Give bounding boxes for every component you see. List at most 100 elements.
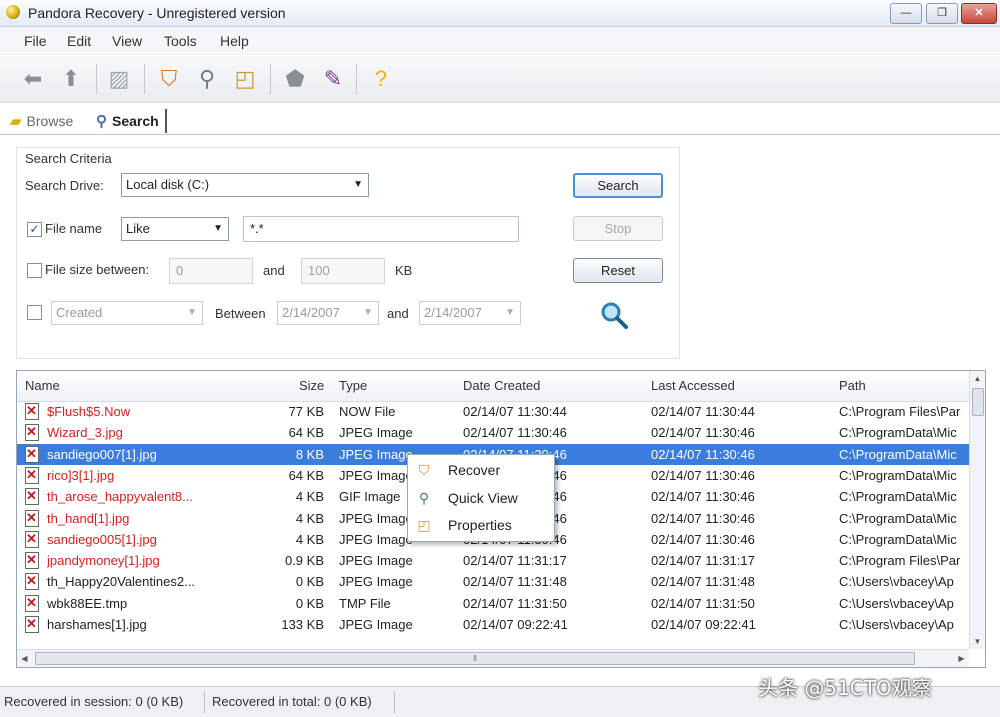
tools-icon[interactable]: ✎ [318,64,348,94]
chevron-down-icon: ▼ [353,179,363,190]
table-row[interactable]: jpandymoney[1].jpg 0.9 KB JPEG Image 02/14/… [17,550,969,571]
menu-tools[interactable]: Tools [164,33,197,49]
recover-icon: ⛉ [418,462,430,478]
up-icon[interactable]: ⬆ [56,64,86,94]
maximize-button[interactable]: ❐ [926,3,958,24]
date-checkbox[interactable] [27,305,42,320]
search-criteria-label: Search Criteria [25,151,112,166]
scroll-right-icon[interactable]: ▶ [954,650,969,667]
filesize-checkbox[interactable] [27,263,42,278]
file-type-cell: JPEG Image [339,574,413,590]
status-session: Recovered in session: 0 (0 KB) [4,694,184,709]
table-row[interactable]: wbk88EE.tmp 0 KB TMP File 02/14/07 11:31:50… [17,593,969,614]
date-to-picker[interactable]: 2/14/2007 ▼ [419,301,521,325]
date-from-picker[interactable]: 2/14/2007 ▼ [277,301,379,325]
match-type-select[interactable]: Like ▼ [121,217,229,241]
image-icon[interactable]: ▨ [104,64,134,94]
column-header-type[interactable]: Type [339,378,367,393]
table-row[interactable]: Wizard_3.jpg 64 KB JPEG Image 02/14/07 11:3… [17,422,969,443]
reset-button[interactable]: Reset [573,258,663,283]
search-drive-select[interactable]: Local disk (C:) ▼ [121,173,369,197]
minimize-button[interactable]: — [890,3,922,24]
filename-pattern-input[interactable]: *.* [243,216,519,242]
last-accessed-cell: 02/14/07 11:30:46 [651,467,755,483]
scroll-left-icon[interactable]: ◀ [17,650,32,667]
help-icon[interactable]: ? [366,64,396,94]
filename-checkbox[interactable]: ✓ [27,222,42,237]
file-type-cell: JPEG Image [339,617,413,632]
table-row[interactable]: th_Happy20Valentines2... 0 KB JPEG Image 02… [17,571,969,592]
context-menu-recover[interactable]: ⛉ Recover [408,457,554,483]
wipe-icon[interactable]: ⬟ [280,64,310,94]
date-type-value: Created [56,305,103,320]
file-name-cell: sandiego007[1].jpg [47,446,157,462]
file-path-cell: C:\ProgramData\Mic [839,510,957,526]
tab-browse[interactable]: ▰ Browse [10,109,73,133]
horizontal-scrollbar[interactable]: ◀ ⦀ ▶ [17,649,969,667]
date-created-cell: 02/14/07 11:31:50 [463,595,567,611]
file-size-cell: 0 KB [295,595,324,611]
file-type-cell: JPEG Image [339,425,413,441]
file-name-cell: Wizard_3.jpg [47,425,123,441]
close-button[interactable]: ✕ [961,3,997,24]
back-icon[interactable]: ⬅ [18,64,48,94]
last-accessed-cell: 02/14/07 11:30:46 [651,425,755,441]
file-path-cell: C:\Users\vbacey\Ap [839,617,954,632]
column-header-size[interactable]: Size [299,378,324,393]
magnifier-icon [599,300,629,330]
deleted-file-icon [25,594,39,612]
context-menu-quick-view[interactable]: ⚲ Quick View [408,485,554,511]
last-accessed-cell: 02/14/07 09:22:41 [651,617,756,632]
column-header-name[interactable]: Name [25,378,60,393]
date-created-cell: 02/14/07 11:31:17 [463,553,567,569]
file-size-cell: 0.9 KB [284,553,324,569]
column-header-last-accessed[interactable]: Last Accessed [651,378,735,393]
deleted-file-icon [25,552,39,570]
menu-file[interactable]: File [24,33,47,49]
menu-bar: File Edit View Tools Help [0,27,1000,55]
search-drive-label: Search Drive: [25,178,104,193]
scroll-down-icon[interactable]: ▼ [970,634,985,649]
column-header-path[interactable]: Path [839,378,866,393]
chevron-down-icon: ▼ [187,307,197,318]
file-size-cell: 64 KB [288,467,324,483]
scroll-up-icon[interactable]: ▲ [970,371,985,386]
last-accessed-cell: 02/14/07 11:31:48 [651,574,755,590]
size-to-input[interactable]: 100 [301,258,385,284]
vertical-scrollbar[interactable]: ▲ ▼ [969,371,985,649]
date-from-value: 2/14/2007 [282,305,340,320]
context-menu-quick-view-label: Quick View [448,490,518,506]
properties-icon[interactable]: ◰ [230,64,260,94]
folder-icon: ▰ [10,113,22,130]
file-size-cell: 4 KB [295,489,324,505]
scroll-thumb[interactable]: ⦀ [35,652,915,665]
table-row[interactable]: $Flush$5.Now 77 KB NOW File 02/14/07 11:30:… [17,401,969,422]
menu-edit[interactable]: Edit [67,33,91,49]
file-path-cell: C:\ProgramData\Mic [839,425,957,441]
context-menu-properties[interactable]: ◰ Properties [408,512,554,538]
menu-view[interactable]: View [112,33,142,49]
scroll-thumb[interactable] [972,388,984,416]
kb-label: KB [395,263,413,278]
filename-label: File name [45,221,103,236]
date-type-select[interactable]: Created ▼ [51,301,203,325]
file-path-cell: C:\ProgramData\Mic [839,489,957,505]
tab-search-label: Search [112,113,159,129]
date-and-label: and [387,306,409,321]
table-row[interactable]: harshames[1].jpg 133 KB JPEG Image 02/14/07… [17,614,969,635]
file-name-cell: jpandymoney[1].jpg [47,553,160,569]
file-name-cell: wbk88EE.tmp [47,595,128,611]
recover-icon[interactable]: ⛉ [154,64,184,94]
column-header-date-created[interactable]: Date Created [463,378,540,393]
last-accessed-cell: 02/14/07 11:31:17 [651,553,755,569]
status-separator [394,691,395,713]
tab-search[interactable]: ⚲ Search [96,109,167,133]
file-name-cell: th_hand[1].jpg [47,510,130,526]
quick-view-icon[interactable]: ⚲ [192,64,222,94]
stop-button[interactable]: Stop [573,216,663,241]
file-name-cell: th_Happy20Valentines2... [47,574,195,590]
size-from-input[interactable]: 0 [169,258,253,284]
file-name-cell: $Flush$5.Now [47,404,131,419]
menu-help[interactable]: Help [220,33,249,49]
search-button[interactable]: Search [573,173,663,198]
